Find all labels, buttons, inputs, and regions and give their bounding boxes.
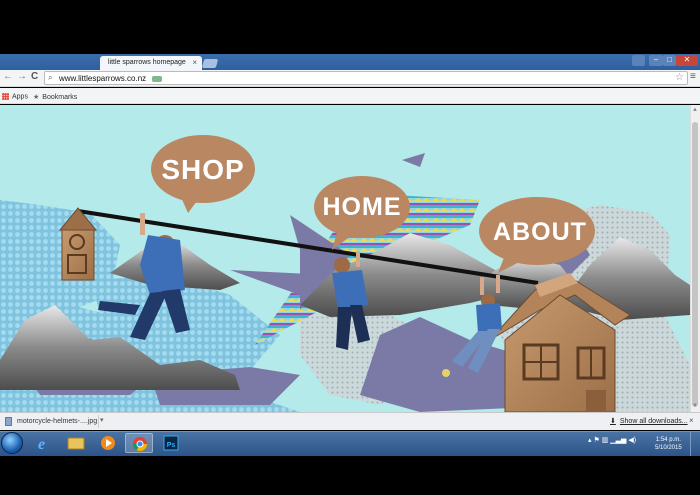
taskbar-chrome[interactable]	[125, 433, 153, 453]
show-hidden-icons-icon[interactable]: ▴	[588, 437, 592, 444]
folder-icon	[67, 437, 85, 450]
extension-badge-icon[interactable]	[152, 75, 163, 82]
profile-button[interactable]	[632, 55, 645, 66]
taskbar-explorer[interactable]	[62, 433, 90, 453]
reload-icon[interactable]: C	[31, 71, 38, 82]
scroll-down-icon[interactable]: ▼	[692, 403, 698, 409]
tab-little-sparrows[interactable]: little sparrows homepage ×	[100, 56, 202, 70]
nav-about-link[interactable]: ABOUT	[493, 218, 587, 246]
bookmarks-bar: Apps ★ Bookmarks	[0, 88, 700, 104]
nav-shop-link[interactable]: SHOP	[161, 154, 244, 185]
bookmark-star-icon[interactable]: ☆	[675, 72, 684, 83]
media-player-icon	[101, 436, 115, 450]
download-icon: ⬇	[610, 418, 616, 425]
address-bar[interactable]: ⌕ www.littlesparrows.co.nz	[44, 71, 688, 85]
chrome-icon	[132, 437, 148, 452]
tab-title: little sparrows homepage	[108, 59, 186, 66]
search-icon: ⌕	[48, 73, 53, 82]
svg-text:Ps: Ps	[167, 442, 176, 449]
taskbar-photoshop[interactable]: Ps	[157, 433, 185, 453]
network-icon[interactable]: ▥	[602, 437, 609, 444]
taskbar-media-player[interactable]	[94, 433, 122, 453]
system-tray[interactable]: ▴ ⚑ ▥ ▁▃▅ ◀)	[588, 436, 636, 444]
apps-label: Apps	[12, 93, 28, 101]
svg-text:e: e	[38, 436, 45, 453]
minimize-button[interactable]: –	[649, 55, 663, 66]
image-file-icon	[5, 417, 12, 426]
new-tab-button[interactable]	[201, 59, 219, 68]
maximize-button[interactable]: □	[663, 55, 676, 66]
close-window-button[interactable]: ✕	[676, 55, 698, 66]
tab-close-icon[interactable]: ×	[192, 58, 197, 67]
signal-icon[interactable]: ▁▃▅	[610, 437, 626, 444]
back-arrow-icon[interactable]: ←	[3, 71, 13, 82]
web-page-content: SHOP HOME ABOUT	[0, 105, 690, 412]
chrome-menu-icon[interactable]: ≡	[690, 71, 696, 82]
taskbar-ie[interactable]: e	[30, 433, 58, 453]
apps-shortcut[interactable]: Apps	[2, 93, 28, 100]
clock-time: 1:54 p.m.	[655, 437, 681, 443]
download-bar-close-icon[interactable]: ×	[689, 416, 694, 425]
action-center-flag-icon[interactable]: ⚑	[593, 437, 599, 444]
star-icon: ★	[33, 94, 40, 101]
collage-artwork: SHOP HOME ABOUT	[0, 135, 690, 412]
nav-home-link[interactable]: HOME	[323, 193, 402, 221]
screen: little sparrows homepage × – □ ✕ ← → C ⌕…	[0, 0, 700, 495]
purple-shape-7	[402, 153, 425, 167]
download-item[interactable]: motorcycle-helmets-....jpg	[1, 415, 99, 428]
download-file-name: motorcycle-helmets-....jpg	[17, 418, 98, 425]
forward-arrow-icon[interactable]: →	[17, 71, 27, 82]
download-menu-chevron-icon[interactable]: ▾	[100, 416, 104, 424]
bookmarks-folder[interactable]: ★ Bookmarks	[33, 93, 77, 101]
photoshop-icon: Ps	[163, 435, 179, 451]
apps-grid-icon	[2, 93, 9, 100]
show-all-label: Show all downloads...	[619, 418, 688, 425]
volume-icon[interactable]: ◀)	[628, 437, 636, 444]
url-text: www.littlesparrows.co.nz	[59, 74, 147, 83]
clock-date: 5/10/2015	[655, 445, 682, 451]
show-desktop-button[interactable]	[690, 431, 700, 456]
scroll-up-icon[interactable]: ▲	[692, 107, 698, 113]
internet-explorer-icon: e	[38, 436, 45, 453]
show-all-downloads-link[interactable]: ⬇ Show all downloads...	[610, 417, 688, 425]
taskbar-clock[interactable]: 1:54 p.m. 5/10/2015	[655, 436, 682, 452]
download-bar: motorcycle-helmets-....jpg ▾ ⬇ Show all d…	[0, 412, 700, 430]
scrollbar-thumb[interactable]	[692, 122, 698, 407]
bookmarks-label: Bookmarks	[42, 94, 78, 101]
start-button[interactable]	[1, 432, 23, 454]
